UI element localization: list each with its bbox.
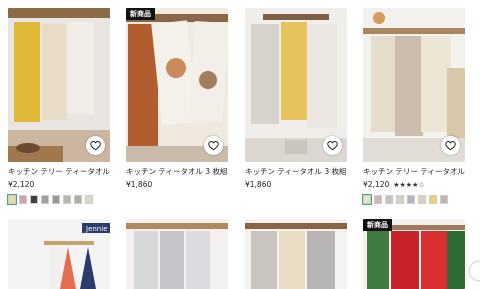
product-card[interactable]: 新商品: [363, 219, 465, 289]
color-swatch[interactable]: [52, 195, 60, 204]
product-card[interactable]: Jennie: [8, 219, 110, 289]
color-swatch[interactable]: [396, 195, 404, 204]
color-swatches: [362, 194, 465, 205]
product-card[interactable]: キッチン テリー ティータオル 3... ¥2,120: [7, 8, 110, 205]
color-swatch[interactable]: [41, 195, 49, 204]
color-swatch[interactable]: [440, 195, 448, 204]
product-price: ¥1,860: [126, 180, 153, 189]
color-swatch[interactable]: [7, 194, 17, 205]
product-image[interactable]: [126, 219, 228, 289]
product-image[interactable]: [8, 8, 110, 162]
product-image[interactable]: Jennie: [8, 219, 110, 289]
color-swatch[interactable]: [429, 195, 437, 204]
product-image[interactable]: [245, 8, 347, 162]
product-card[interactable]: 新商品 キッチン ティータオル 3 枚組 ¥1,860: [126, 8, 228, 190]
product-card[interactable]: キッチン ティータオル 3 枚組 ¥1,860: [245, 8, 347, 190]
rating-stars: ★★★★☆: [393, 181, 425, 189]
color-swatch[interactable]: [85, 195, 93, 204]
color-swatch[interactable]: [407, 195, 415, 204]
product-name[interactable]: キッチン ティータオル 3 枚組: [126, 167, 228, 177]
product-image[interactable]: 新商品: [363, 219, 465, 289]
new-badge: 新商品: [126, 8, 155, 20]
color-swatch[interactable]: [19, 195, 27, 204]
color-swatch[interactable]: [385, 195, 393, 204]
favorite-heart-icon[interactable]: [323, 136, 342, 155]
brand-tag: Jennie: [86, 225, 108, 233]
product-price: ¥2,120: [8, 180, 35, 189]
scroll-button[interactable]: [470, 262, 480, 280]
color-swatch[interactable]: [362, 194, 372, 205]
product-card[interactable]: キッチン テリー ティータオル 3... ¥2,120 ★★★★☆: [362, 8, 465, 205]
product-image[interactable]: [363, 8, 465, 162]
product-price: ¥2,120: [363, 180, 390, 189]
new-badge: 新商品: [363, 219, 392, 231]
product-name[interactable]: キッチン テリー ティータオル 3...: [363, 167, 465, 177]
product-image[interactable]: 新商品: [126, 8, 228, 162]
color-swatch[interactable]: [418, 195, 426, 204]
favorite-heart-icon[interactable]: [204, 136, 223, 155]
product-name[interactable]: キッチン ティータオル 3 枚組: [245, 167, 347, 177]
color-swatch[interactable]: [63, 195, 71, 204]
color-swatch[interactable]: [374, 195, 382, 204]
color-swatch[interactable]: [74, 195, 82, 204]
product-card[interactable]: [245, 219, 347, 289]
color-swatch[interactable]: [30, 195, 38, 204]
product-image[interactable]: [245, 219, 347, 289]
product-grid: キッチン テリー ティータオル 3... ¥2,120: [0, 0, 480, 289]
product-price: ¥1,860: [245, 180, 272, 189]
favorite-heart-icon[interactable]: [441, 136, 460, 155]
color-swatches: [7, 194, 110, 205]
favorite-heart-icon[interactable]: [86, 136, 105, 155]
product-name[interactable]: キッチン テリー ティータオル 3...: [8, 167, 110, 177]
product-card[interactable]: [126, 219, 228, 289]
